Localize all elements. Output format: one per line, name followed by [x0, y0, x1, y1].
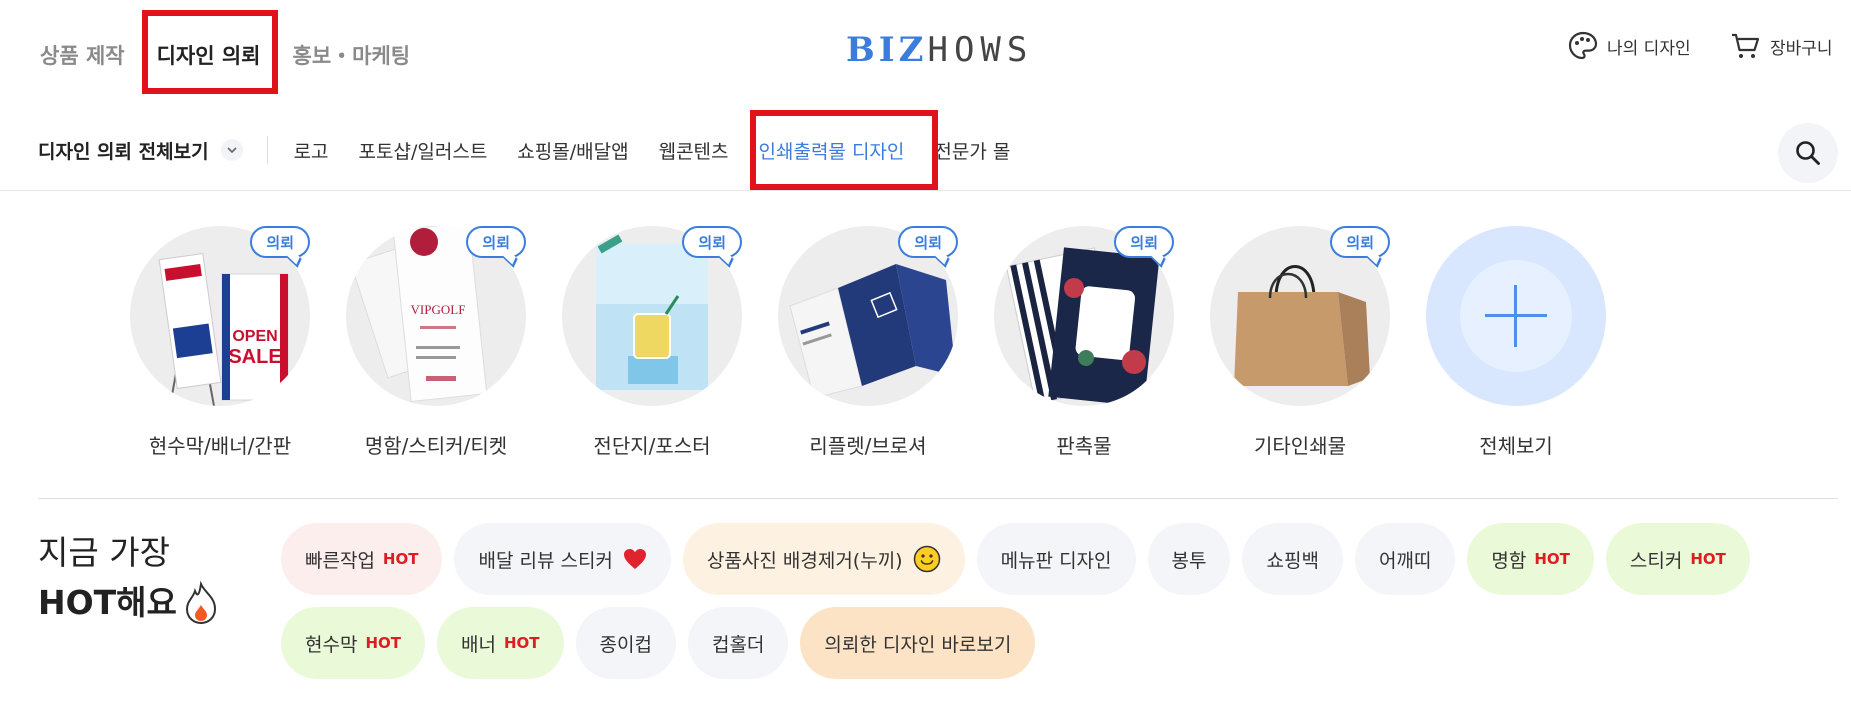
smile-emoji-icon: [913, 545, 940, 573]
category-label: 기타인쇄물: [1254, 434, 1346, 458]
chip-label: 상품사진 배경제거(누끼): [706, 549, 903, 572]
all-label: 디자인 의뢰 전체보기: [38, 140, 209, 163]
chip-label: 배너: [461, 633, 496, 656]
top-nav-design-request[interactable]: 디자인 의뢰: [155, 40, 263, 70]
header-divider: [0, 190, 1851, 191]
request-badge: 의뢰: [466, 226, 526, 258]
category-label: 현수막/배너/간판: [148, 434, 292, 458]
search-button[interactable]: [1778, 123, 1838, 183]
sub-nav-webcontent[interactable]: 웹콘텐츠: [659, 110, 729, 190]
chip-banner-cloth[interactable]: 현수막 HOT: [281, 607, 425, 679]
category-etc-print[interactable]: 의뢰 기타인쇄물: [1210, 226, 1390, 459]
sub-nav-print-design[interactable]: 인쇄출력물 디자인: [758, 110, 904, 190]
category-promo[interactable]: 의뢰 판촉물: [994, 226, 1174, 459]
chip-label: 의뢰한 디자인 바로보기: [824, 633, 1012, 656]
chip-label: 스티커: [1629, 549, 1683, 572]
request-badge: 의뢰: [1114, 226, 1174, 258]
chip-label: 쇼핑백: [1266, 549, 1319, 572]
chip-label: 어깨띠: [1378, 549, 1432, 572]
chip-envelope[interactable]: 봉투: [1147, 523, 1231, 595]
category-business-card[interactable]: VIPGOLF 의뢰 명함/스티커/티켓: [346, 226, 526, 459]
card-brand-text: VIPGOLF: [411, 302, 466, 317]
plus-icon: [1460, 260, 1572, 372]
sub-nav-shopping[interactable]: 쇼핑몰/배달앱: [517, 110, 628, 190]
chip-business-card[interactable]: 명함 HOT: [1467, 523, 1594, 595]
chip-background-removal[interactable]: 상품사진 배경제거(누끼): [682, 523, 965, 595]
section-divider: [38, 498, 1838, 499]
chip-shopping-bag[interactable]: 쇼핑백: [1242, 523, 1343, 595]
hot-tag: HOT: [382, 550, 419, 568]
sub-nav-expert-mall[interactable]: 전문가 몰: [934, 110, 1010, 190]
heart-icon: [623, 549, 646, 569]
cart-icon: [1732, 33, 1760, 58]
category-label: 리플렛/브로셔: [809, 434, 927, 458]
chip-label: 종이컵: [599, 633, 652, 656]
chip-label: 봉투: [1171, 549, 1207, 572]
top-nav: 상품 제작 디자인 의뢰 홍보・마케팅: [38, 0, 440, 110]
category-label: 전단지/포스터: [593, 434, 711, 458]
chip-review-sticker[interactable]: 배달 리뷰 스티커: [454, 523, 671, 595]
hot-keyword-chips: 빠른작업 HOT 배달 리뷰 스티커 상품사진 배경제거(누끼) 메뉴판 디자인 …: [281, 523, 1841, 679]
category-leaflet[interactable]: 의뢰 리플렛/브로셔: [778, 226, 958, 459]
search-icon: [1796, 141, 1820, 165]
category-list: OPEN SALE 의뢰 현수막/배너/간판 VIPGOLF 의뢰 명함/스티커…: [130, 226, 1642, 459]
request-badge: 의뢰: [898, 226, 958, 258]
sub-nav: 디자인 의뢰 전체보기 로고 포토샵/일러스트 쇼핑몰/배달앱 웹콘텐츠 인쇄출…: [38, 110, 1838, 190]
request-badge: 의뢰: [1330, 226, 1390, 258]
hot-title-line2: HOT해요: [38, 583, 177, 622]
category-label: 전체보기: [1479, 434, 1553, 458]
sub-nav-logo[interactable]: 로고: [294, 110, 329, 190]
my-design-link[interactable]: 나의 디자인: [1567, 30, 1691, 62]
cart-label: 장바구니: [1770, 38, 1833, 59]
hot-title-line1: 지금 가장: [38, 533, 170, 572]
hot-tag: HOT: [1690, 550, 1726, 568]
top-nav-marketing[interactable]: 홍보・마케팅: [291, 40, 413, 70]
nav-divider: [266, 136, 268, 164]
palette-icon: [1568, 31, 1598, 60]
hot-tag: HOT: [503, 634, 540, 652]
banner-sale-text: SALE: [228, 346, 281, 368]
category-view-all[interactable]: 전체보기: [1426, 226, 1606, 459]
chip-fast-work[interactable]: 빠른작업 HOT: [281, 523, 443, 595]
category-label: 판촉물: [1056, 434, 1112, 458]
chip-banner[interactable]: 배너 HOT: [437, 607, 564, 679]
chip-label: 빠른작업: [305, 549, 375, 572]
top-nav-product[interactable]: 상품 제작: [38, 40, 127, 70]
request-badge: 의뢰: [250, 226, 310, 258]
chip-label: 메뉴판 디자인: [1000, 549, 1112, 572]
bizhows-logo[interactable]: BIZ HOWS: [846, 30, 1033, 70]
category-flyer[interactable]: 의뢰 전단지/포스터: [562, 226, 742, 459]
chip-menu-design[interactable]: 메뉴판 디자인: [976, 523, 1136, 595]
fire-icon: [185, 581, 216, 625]
hot-section-title: 지금 가장 HOT해요: [38, 528, 219, 628]
chip-label: 현수막: [305, 633, 358, 656]
chip-label: 배달 리뷰 스티커: [478, 549, 613, 572]
chip-label: 컵홀더: [711, 633, 765, 656]
chevron-down-icon: [220, 139, 243, 161]
cart-link[interactable]: 장바구니: [1730, 30, 1833, 62]
logo-biz: BIZ: [846, 30, 928, 70]
hot-tag: HOT: [365, 634, 401, 652]
chip-sticker[interactable]: 스티커 HOT: [1605, 523, 1750, 595]
my-design-label: 나의 디자인: [1607, 38, 1691, 59]
chip-label: 명함: [1491, 549, 1527, 572]
category-label: 명함/스티커/티켓: [364, 434, 508, 458]
request-badge: 의뢰: [682, 226, 742, 258]
sub-nav-photoshop[interactable]: 포토샵/일러스트: [359, 110, 488, 190]
logo-hows: HOWS: [927, 30, 1034, 70]
banner-open-text: OPEN: [232, 328, 277, 345]
chip-paper-cup[interactable]: 종이컵: [575, 607, 676, 679]
view-all-circle: [1426, 226, 1606, 406]
chip-requested-designs[interactable]: 의뢰한 디자인 바로보기: [800, 607, 1036, 679]
hot-title-line2-wrap: HOT해요: [38, 578, 219, 628]
chip-sash[interactable]: 어깨띠: [1354, 523, 1456, 595]
chip-cup-holder[interactable]: 컵홀더: [687, 607, 789, 679]
design-request-all-dropdown[interactable]: 디자인 의뢰 전체보기: [38, 137, 243, 164]
hot-tag: HOT: [1534, 550, 1570, 568]
category-banner[interactable]: OPEN SALE 의뢰 현수막/배너/간판: [130, 226, 310, 459]
